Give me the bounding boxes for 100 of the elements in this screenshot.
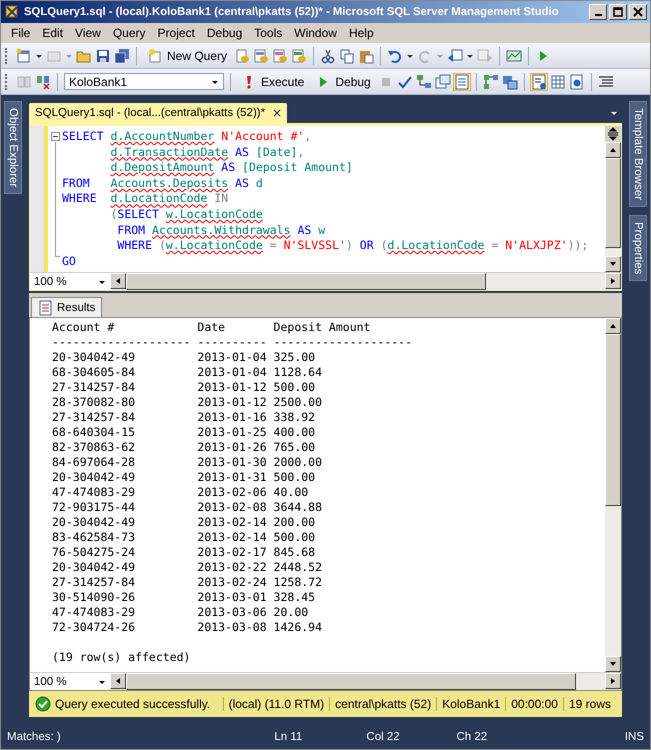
scrollbar-thumb[interactable] <box>126 673 576 690</box>
result-cell-text: 2013-01-12 <box>197 380 268 395</box>
scrollbar-thumb[interactable] <box>605 158 621 248</box>
scroll-up-button[interactable] <box>605 318 621 334</box>
new-project-icon[interactable] <box>16 48 32 64</box>
result-cell: 500.00 <box>274 470 316 485</box>
result-cell-text: 20-304042-49 <box>52 350 136 365</box>
menu-item[interactable]: Edit <box>36 26 70 40</box>
change-connection-icon[interactable] <box>35 74 51 90</box>
close-button[interactable] <box>629 4 647 20</box>
activity-monitor-icon[interactable] <box>506 48 522 64</box>
result-cell-text: 2013-01-04 <box>197 365 268 380</box>
code-line: GO <box>62 254 77 270</box>
align-lines-icon[interactable] <box>598 74 614 90</box>
result-cell: 845.68 <box>274 545 316 560</box>
result-cell-text: 2013-02-22 <box>197 560 268 575</box>
scroll-right-button[interactable] <box>605 673 621 689</box>
collapse-icon[interactable] <box>51 132 60 141</box>
result-cell-text: 2013-01-25 <box>197 425 268 440</box>
save-all-icon[interactable] <box>114 48 130 64</box>
menu-item[interactable]: Help <box>342 26 380 40</box>
menu-item[interactable]: View <box>69 26 107 40</box>
execution-plan-icon[interactable] <box>482 74 499 90</box>
code-line: WHERE (w.LocationCode = N'SLVSSL') OR (d.LocationCode = N'ALXJPZ')); <box>116 238 590 254</box>
debug-button[interactable]: Debug <box>311 72 375 92</box>
menu-item[interactable]: Debug <box>200 26 248 40</box>
result-cell-text: 20-304042-49 <box>52 560 136 575</box>
splitter-icon[interactable] <box>605 126 621 142</box>
scroll-left-button[interactable] <box>110 673 126 689</box>
results-to-text-icon[interactable] <box>454 74 470 90</box>
mdx-query-icon[interactable] <box>253 48 270 64</box>
minimize-button[interactable] <box>589 4 607 20</box>
result-cell-text: 27-314257-84 <box>52 575 136 590</box>
database-dropdown[interactable]: KoloBank1 <box>64 73 224 90</box>
result-cell-text: 2013-03-08 <box>197 620 268 635</box>
menu-item[interactable]: Project <box>152 26 201 40</box>
result-cell-text: 2013-03-06 <box>197 605 268 620</box>
document-tab[interactable]: SQLQuery1.sql - (local...(central\pkatts (52))* <box>29 103 288 123</box>
result-cell-text: 83-462584-73 <box>52 530 136 545</box>
query-editor[interactable] <box>29 123 622 291</box>
scrollbar-thumb[interactable] <box>605 334 621 506</box>
result-cell-text: 2013-01-12 <box>197 395 268 410</box>
xmla-query-icon[interactable] <box>291 48 308 64</box>
copy-icon[interactable] <box>339 48 356 64</box>
menu-item[interactable]: Query <box>106 26 152 40</box>
query-designer-icon[interactable] <box>434 74 451 90</box>
scroll-up-button[interactable] <box>605 142 621 158</box>
save-icon[interactable] <box>95 48 111 64</box>
result-cell-text: 2013-02-14 <box>197 530 268 545</box>
result-cell-text: 2013-03-01 <box>197 590 268 605</box>
maximize-button[interactable] <box>609 4 627 20</box>
result-cell-text: 72-304724-26 <box>52 620 136 635</box>
side-panel-tab[interactable]: Object Explorer <box>4 101 22 194</box>
close-icon[interactable] <box>273 109 282 117</box>
results-file-icon[interactable] <box>568 74 585 90</box>
result-cell: 1128.64 <box>274 365 322 380</box>
results-grid-icon[interactable] <box>550 74 566 90</box>
result-cell-text: 2013-02-08 <box>197 500 268 515</box>
result-cell-text: 47-474083-29 <box>52 605 136 620</box>
results-tab[interactable]: Results <box>31 297 102 317</box>
scroll-down-button[interactable] <box>605 656 621 672</box>
results-text-icon[interactable] <box>530 74 547 90</box>
side-panel-tab[interactable]: Template Browser <box>629 101 647 208</box>
result-cell-text: 2013-01-31 <box>197 470 268 485</box>
dmx-query-icon[interactable] <box>272 48 288 64</box>
success-check-icon <box>35 696 51 712</box>
code-line: SELECT d.AccountNumber N'Account #', <box>62 129 312 145</box>
result-cell: 328.45 <box>274 590 316 605</box>
app-icon <box>4 4 20 20</box>
zoom-dropdown[interactable]: 100 % <box>30 273 110 290</box>
menu-item[interactable]: Tools <box>248 26 288 40</box>
query-plan-icon[interactable] <box>416 74 432 90</box>
status-text: Matches: ) <box>7 731 62 743</box>
menu-item[interactable]: Window <box>288 26 343 40</box>
up-arrow-icon <box>609 322 617 330</box>
cut-icon[interactable] <box>320 48 336 64</box>
side-panel-tab[interactable]: Properties <box>629 215 647 282</box>
scroll-down-button[interactable] <box>605 256 621 272</box>
result-cell-text: 2013-01-30 <box>197 455 268 470</box>
left-arrow-icon <box>114 277 122 285</box>
client-statistics-icon[interactable] <box>502 74 518 90</box>
rows-affected-message: (19 row(s) affected) <box>52 650 190 665</box>
code-line: FROM Accounts.Withdrawals AS w <box>116 222 326 238</box>
new-query-button[interactable]: New Query <box>143 46 232 66</box>
result-cell-text: 2013-01-16 <box>197 410 268 425</box>
result-cell-text: 28-370082-80 <box>52 395 136 410</box>
database-query-icon[interactable] <box>234 48 250 64</box>
result-cell: 500.00 <box>274 530 316 545</box>
scrollbar-thumb[interactable] <box>126 273 486 290</box>
dropdown-arrow-icon[interactable] <box>610 109 618 117</box>
checkmark-icon[interactable] <box>396 74 413 90</box>
right-arrow-icon <box>609 277 617 285</box>
execute-button[interactable]: Execute <box>237 72 308 92</box>
scroll-left-button[interactable] <box>110 273 126 289</box>
navigate-back-icon[interactable] <box>447 48 464 64</box>
scroll-right-button[interactable] <box>605 273 621 289</box>
zoom-dropdown[interactable]: 100 % <box>30 673 110 690</box>
result-cell-text: 82-370863-62 <box>52 440 136 455</box>
column-number: Col 22 <box>366 731 401 743</box>
menu-item[interactable]: File <box>5 26 36 40</box>
